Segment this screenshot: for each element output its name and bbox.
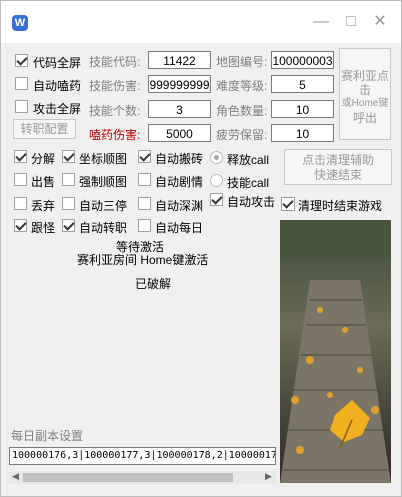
potion-damage-label: 嗑药伤害: xyxy=(89,128,141,142)
release-call-radio[interactable] xyxy=(210,151,223,164)
skill-count-label: 技能个数: xyxy=(89,104,141,118)
option-checkbox[interactable] xyxy=(14,173,27,186)
fullscreen-attack-checkbox[interactable] xyxy=(15,100,28,113)
option-checkbox[interactable] xyxy=(138,150,151,163)
scrollbar-thumb[interactable] xyxy=(23,473,233,482)
auto-attack-checkbox[interactable] xyxy=(210,193,223,206)
auto-potion-label: 自动嗑药 xyxy=(33,79,82,93)
activate-line-1: 赛利亚点 xyxy=(340,69,389,83)
clean-line-1: 点击清理辅助 xyxy=(301,153,374,167)
potion-damage-field[interactable]: 5000 xyxy=(148,124,211,142)
daily-dungeon-field[interactable]: 100000176,3|100000177,3|100000178,2|1000… xyxy=(9,447,276,465)
activate-line-2: 击 xyxy=(358,83,371,97)
option-checkbox[interactable] xyxy=(14,219,27,232)
daily-dungeon-label: 每日副本设置 xyxy=(11,429,84,443)
auto-attack-label: 自动攻击 xyxy=(227,195,276,209)
fullscreen-code-label: 代码全屏 xyxy=(33,56,82,70)
skill-call-label: 技能call xyxy=(227,176,270,190)
scroll-left-icon[interactable]: ◀ xyxy=(12,471,19,482)
app-logo-icon: W xyxy=(12,15,28,31)
option-label: 出售 xyxy=(31,175,56,189)
role-count-label: 角色数量: xyxy=(216,104,268,118)
option-label: 丢弃 xyxy=(31,199,56,213)
skill-call-radio[interactable] xyxy=(210,174,223,187)
option-label: 跟怪 xyxy=(31,221,56,235)
daily-dungeon-scrollbar[interactable]: ◀ ▶ xyxy=(9,471,276,484)
main-window: W — □ ✕ 代码全屏 自动嗑药 攻击全屏 转职配置 技能代码: 11422 … xyxy=(0,0,402,497)
fatigue-reserve-label: 疲劳保留: xyxy=(216,128,268,142)
option-label: 分解 xyxy=(31,152,56,166)
transfer-config-button[interactable]: 转职配置 xyxy=(13,119,76,139)
activate-button[interactable]: 赛利亚点 击 或Home键 呼出 xyxy=(339,48,391,140)
minimize-button[interactable]: — xyxy=(310,11,332,33)
clean-line-2: 快速结束 xyxy=(313,168,362,182)
skill-damage-label: 技能伤害: xyxy=(89,79,141,93)
scroll-right-icon[interactable]: ▶ xyxy=(265,471,272,482)
option-checkbox[interactable] xyxy=(138,197,151,210)
option-checkbox[interactable] xyxy=(62,197,75,210)
skill-count-field[interactable]: 3 xyxy=(148,100,211,118)
option-label: 自动转职 xyxy=(79,221,128,235)
option-label: 自动深渊 xyxy=(155,199,204,213)
skill-code-label: 技能代码: xyxy=(89,55,141,69)
option-checkbox[interactable] xyxy=(14,197,27,210)
role-count-field[interactable]: 10 xyxy=(271,100,334,118)
autumn-leaves-image xyxy=(280,220,391,483)
end-game-label: 清理时结束游戏 xyxy=(298,199,383,213)
maximize-button[interactable]: □ xyxy=(340,11,362,33)
release-call-label: 释放call xyxy=(227,153,270,167)
option-label: 强制顺图 xyxy=(79,175,128,189)
activation-hint: 赛利亚房间 Home键激活 xyxy=(77,253,209,267)
end-game-checkbox[interactable] xyxy=(281,197,295,211)
activate-line-4: 呼出 xyxy=(352,111,377,125)
clean-assist-button[interactable]: 点击清理辅助 快速结束 xyxy=(284,149,392,185)
fullscreen-attack-label: 攻击全屏 xyxy=(33,102,82,116)
auto-potion-checkbox[interactable] xyxy=(15,77,28,90)
option-label: 自动搬砖 xyxy=(155,152,204,166)
option-label: 自动三停 xyxy=(79,199,128,213)
option-label: 坐标顺图 xyxy=(79,152,128,166)
difficulty-label: 难度等级: xyxy=(216,79,268,93)
fullscreen-code-checkbox[interactable] xyxy=(15,54,28,67)
activate-line-3: 或Home键 xyxy=(341,98,389,109)
option-label: 自动每日 xyxy=(155,221,204,235)
skill-code-field[interactable]: 11422 xyxy=(148,51,211,69)
map-id-label: 地图编号: xyxy=(216,55,268,69)
option-checkbox[interactable] xyxy=(138,219,151,232)
skill-damage-field[interactable]: 999999999 xyxy=(148,75,211,93)
close-button[interactable]: ✕ xyxy=(369,11,391,33)
option-checkbox[interactable] xyxy=(62,173,75,186)
option-label: 自动剧情 xyxy=(155,175,204,189)
option-checkbox[interactable] xyxy=(62,219,75,232)
option-checkbox[interactable] xyxy=(14,150,27,163)
option-checkbox[interactable] xyxy=(138,173,151,186)
fatigue-reserve-field[interactable]: 10 xyxy=(271,124,334,142)
title-bar: W — □ ✕ xyxy=(1,1,401,43)
option-checkbox[interactable] xyxy=(62,150,75,163)
difficulty-field[interactable]: 5 xyxy=(271,75,334,93)
crack-status: 已破解 xyxy=(135,277,172,291)
map-id-field[interactable]: 100000003 xyxy=(271,51,334,69)
